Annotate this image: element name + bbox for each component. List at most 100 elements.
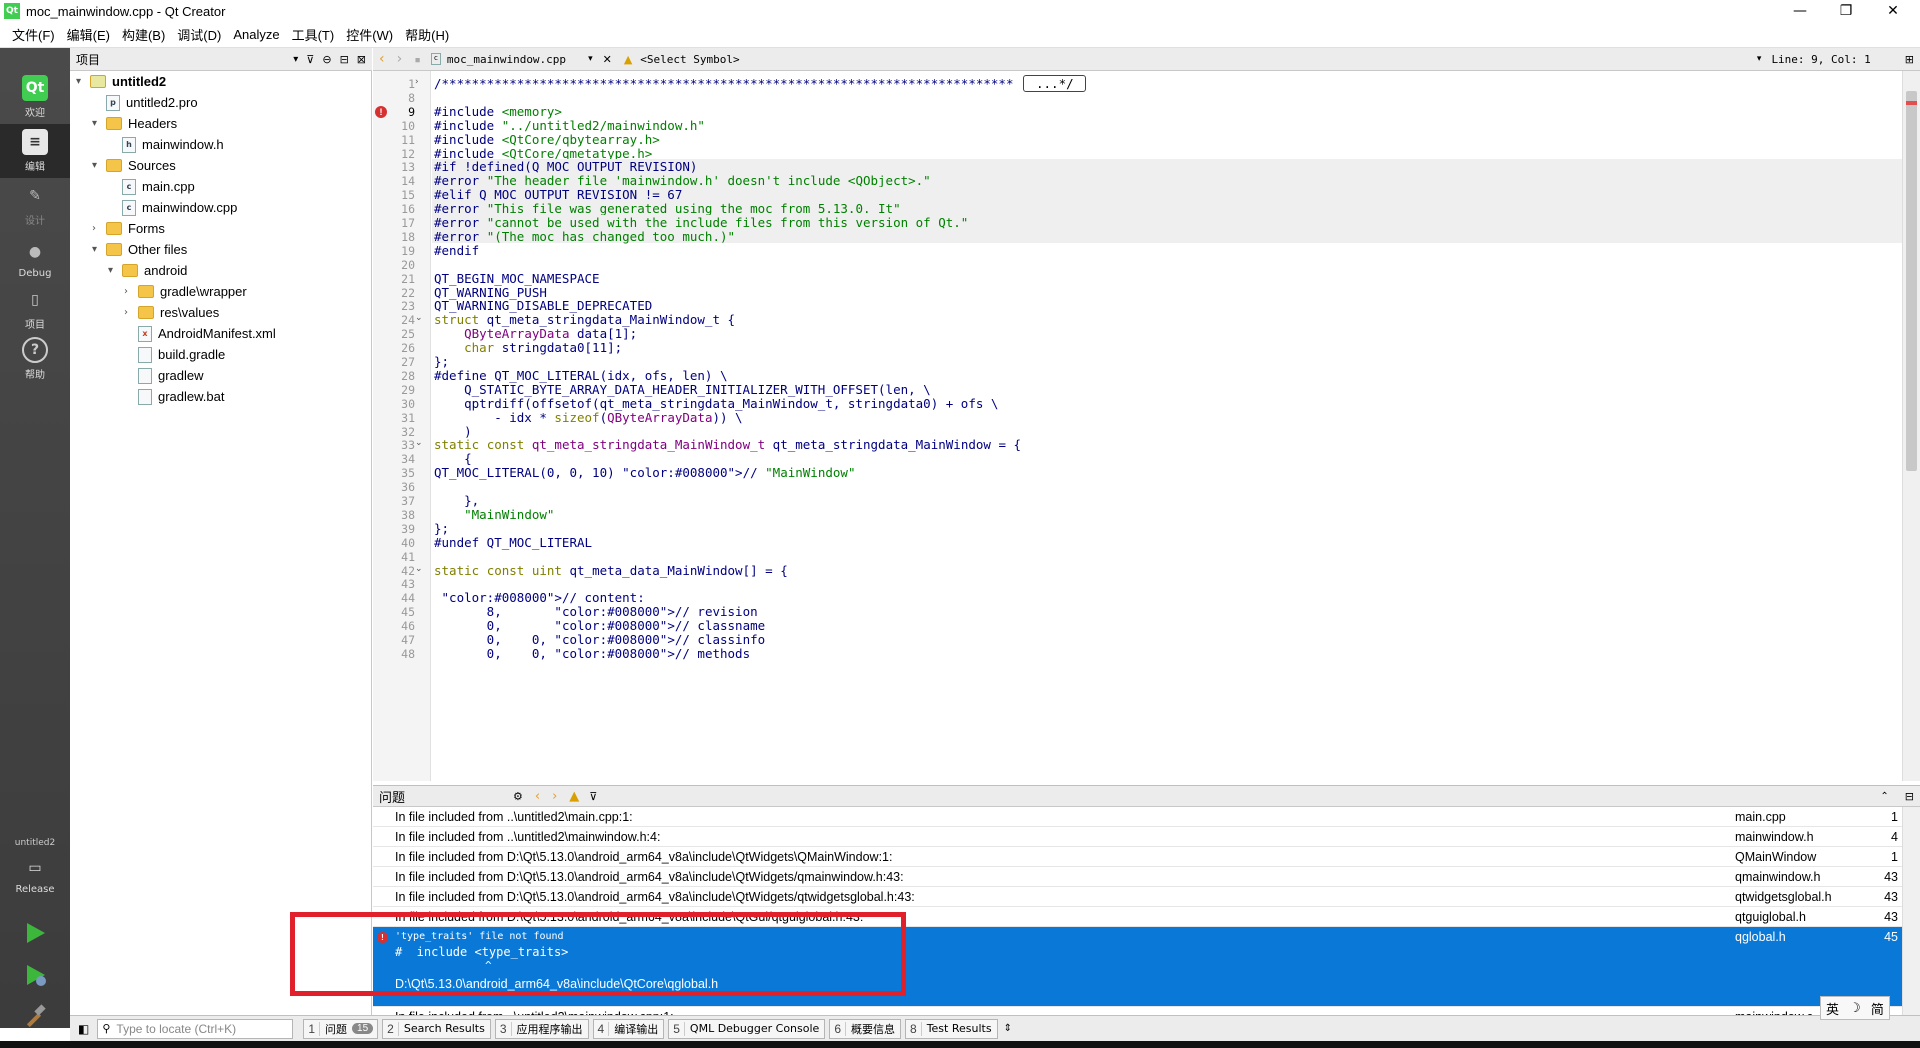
fold-marker-icon[interactable]: ⌄ xyxy=(415,564,423,574)
back-arrow-icon[interactable]: ‹ xyxy=(379,51,385,67)
tree-item[interactable]: ▾ untitled2 xyxy=(76,71,166,92)
collapsed-arrow-icon[interactable]: › xyxy=(124,286,138,297)
fold-marker-icon[interactable]: ⌄ xyxy=(415,313,423,323)
mode-help[interactable]: ? 帮助 xyxy=(0,332,70,386)
issue-row[interactable]: In file included from D:\Qt\5.13.0\andro… xyxy=(373,867,1902,887)
tree-item[interactable]: ▾ android xyxy=(108,260,187,281)
symbol-selector[interactable]: <Select Symbol> xyxy=(640,53,739,66)
folded-comment-badge[interactable]: ...*/ xyxy=(1023,75,1087,92)
prev-issue-icon[interactable]: ‹ xyxy=(535,789,540,804)
tree-item[interactable]: ▾ Sources xyxy=(92,155,176,176)
mode-welcome[interactable]: Qt 欢迎 xyxy=(0,70,70,124)
close-issues-icon[interactable]: ⊟ xyxy=(1905,790,1914,803)
code-editor[interactable]: /***************************************… xyxy=(432,71,1902,781)
issues-scrollbar[interactable] xyxy=(1902,807,1920,1015)
ime-simplified: 简 xyxy=(1870,1002,1884,1018)
file-dropdown-icon[interactable]: ▾ xyxy=(588,54,593,64)
tree-item[interactable]: c mainwindow.cpp xyxy=(108,197,237,218)
file-tab-name[interactable]: moc_mainwindow.cpp xyxy=(447,53,566,66)
tree-item[interactable]: › gradle\wrapper xyxy=(124,281,247,302)
forward-arrow-icon[interactable]: › xyxy=(397,51,403,67)
menu-debug[interactable]: 调试(D) xyxy=(171,25,227,44)
mode-edit[interactable]: ≡ 编辑 xyxy=(0,124,70,178)
tree-item[interactable]: ▾ Headers xyxy=(92,113,177,134)
close-file-icon[interactable]: ✕ xyxy=(603,53,612,66)
split-icon[interactable]: ⊟ xyxy=(340,53,349,66)
symbol-dropdown-icon[interactable]: ▾ xyxy=(1757,54,1762,64)
filter-icon[interactable]: ⊽ xyxy=(306,53,314,66)
collapsed-arrow-icon[interactable]: › xyxy=(92,223,106,234)
mode-projects[interactable]: ▯ 项目 xyxy=(0,282,70,336)
tree-item[interactable]: › res\values xyxy=(124,302,219,323)
menu-analyze[interactable]: Analyze xyxy=(227,27,285,42)
filter-settings-icon[interactable]: ⚙ xyxy=(513,790,523,803)
pane-tab[interactable]: 3 应用程序输出 xyxy=(494,1018,589,1039)
expanded-arrow-icon[interactable]: ▾ xyxy=(92,160,106,171)
expanded-arrow-icon[interactable]: ▾ xyxy=(108,265,122,276)
menu-tools[interactable]: 工具(T) xyxy=(286,25,341,44)
maximize-panel-icon[interactable]: ⌃ xyxy=(1880,791,1888,802)
next-issue-icon[interactable]: › xyxy=(552,789,557,804)
link-icon[interactable]: ⊖ xyxy=(322,53,331,66)
collapsed-arrow-icon[interactable]: › xyxy=(124,307,138,318)
ime-indicator[interactable]: 英 ☽ 简 xyxy=(1820,996,1890,1020)
tree-item[interactable]: h mainwindow.h xyxy=(108,134,224,155)
mode-design[interactable]: ✎ 设计 xyxy=(0,178,70,232)
error-icon[interactable]: ! xyxy=(375,105,387,118)
menu-help[interactable]: 帮助(H) xyxy=(399,25,455,44)
menu-build[interactable]: 构建(B) xyxy=(116,25,171,44)
pane-tab[interactable]: 1 问题 15 xyxy=(303,1018,379,1039)
expanded-arrow-icon[interactable]: ▾ xyxy=(76,76,90,87)
pane-tab[interactable]: 4 编译输出 xyxy=(592,1018,665,1039)
tree-item[interactable]: gradlew xyxy=(124,365,204,386)
menu-file[interactable]: 文件(F) xyxy=(6,25,61,44)
debug-run-button[interactable] xyxy=(18,958,52,992)
kit-selector[interactable]: ▭ Release xyxy=(0,848,70,902)
tree-item[interactable]: c main.cpp xyxy=(108,176,195,197)
close-button[interactable]: ✕ xyxy=(1870,0,1916,22)
menu-edit[interactable]: 编辑(E) xyxy=(61,25,116,44)
pane-tab[interactable]: 5 QML Debugger Console xyxy=(668,1018,826,1039)
tree-item[interactable]: ▾ Other files xyxy=(92,239,187,260)
editor-scrollbar[interactable] xyxy=(1902,71,1920,781)
pane-tab[interactable]: 8 Test Results xyxy=(905,1018,998,1039)
close-panel-icon[interactable]: ⊠ xyxy=(357,53,366,66)
tree-item[interactable]: x AndroidManifest.xml xyxy=(124,323,276,344)
tree-item[interactable]: build.gradle xyxy=(124,344,225,365)
menu-controls[interactable]: 控件(W) xyxy=(340,25,399,44)
mode-debug[interactable]: ● Debug xyxy=(0,232,70,286)
scrollbar-thumb[interactable] xyxy=(1906,91,1917,471)
locator-input[interactable]: ⚲ Type to locate (Ctrl+K) xyxy=(97,1018,294,1039)
line-number-gutter: 1 › 8 9! 10 11 12 13 14 15 16 17 18 19 20 21 22 23 24 ⌄ 25 26… xyxy=(373,71,431,781)
expanded-arrow-icon[interactable]: ▾ xyxy=(92,118,106,129)
warnings-toggle-icon[interactable]: ▲ xyxy=(569,789,579,804)
run-button[interactable] xyxy=(18,916,52,950)
minimize-button[interactable]: — xyxy=(1777,0,1823,22)
tree-item[interactable]: gradlew.bat xyxy=(124,386,225,407)
toggle-sidebar-icon[interactable]: ◧ xyxy=(78,1022,89,1036)
pane-tab[interactable]: 6 概要信息 xyxy=(829,1018,901,1039)
build-button[interactable] xyxy=(18,1000,52,1034)
fold-marker-icon[interactable]: ⌄ xyxy=(415,438,423,448)
restore-button[interactable]: ❐ xyxy=(1823,0,1869,22)
locator-placeholder: Type to locate (Ctrl+K) xyxy=(116,1021,237,1036)
split-editor-icon[interactable]: ⊞ xyxy=(1905,53,1914,66)
tree-item[interactable]: › Forms xyxy=(92,218,165,239)
issue-row[interactable]: In file included from ..\untitled2\main.… xyxy=(373,807,1902,827)
issue-row[interactable]: In file included from D:\Qt\5.13.0\andro… xyxy=(373,887,1902,907)
issues-filter-icon[interactable]: ⊽ xyxy=(589,790,597,803)
issue-row[interactable]: In file included from ..\untitled2\mainw… xyxy=(373,827,1902,847)
issue-desc: In file included from ..\untitled2\mainw… xyxy=(395,829,661,844)
issue-row[interactable]: In file included from D:\Qt\5.13.0\andro… xyxy=(373,847,1902,867)
pane-tab[interactable]: 2 Search Results xyxy=(382,1018,491,1039)
issue-row[interactable]: In file included from ..\untitled2\mainw… xyxy=(373,1007,1902,1016)
more-panes-icon[interactable]: ⇕ xyxy=(1004,1023,1012,1034)
expanded-arrow-icon[interactable]: ▾ xyxy=(92,244,106,255)
panel-dropdown-icon[interactable]: ▾ xyxy=(293,54,298,65)
code-line: "MainWindow" xyxy=(464,506,555,522)
cursor-position[interactable]: Line: 9, Col: 1 xyxy=(1771,53,1870,66)
folder-icon xyxy=(122,264,138,277)
issue-line: 43 xyxy=(1884,869,1898,884)
fold-marker-icon[interactable]: › xyxy=(415,77,419,87)
tree-item[interactable]: p untitled2.pro xyxy=(92,92,198,113)
